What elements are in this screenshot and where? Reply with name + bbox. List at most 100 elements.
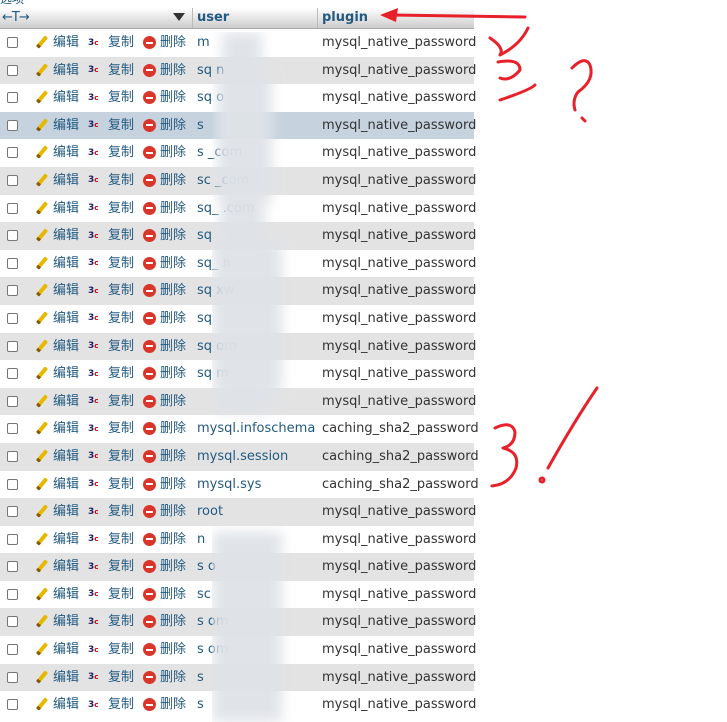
delete-link[interactable]: 删除: [143, 305, 186, 333]
cell-user[interactable]: s: [197, 112, 204, 140]
row-checkbox[interactable]: [7, 340, 18, 352]
delete-link[interactable]: 删除: [143, 471, 186, 499]
row-checkbox[interactable]: [7, 202, 18, 214]
edit-link[interactable]: 编辑: [34, 277, 79, 305]
cell-user[interactable]: s o: [197, 553, 216, 581]
cell-user[interactable]: sc: [197, 581, 211, 609]
copy-link[interactable]: 3c 复制: [88, 360, 134, 388]
cell-user[interactable]: sq_ .com: [197, 195, 255, 223]
delete-link[interactable]: 删除: [143, 636, 186, 664]
row-checkbox[interactable]: [7, 257, 18, 269]
row-checkbox[interactable]: [7, 37, 18, 48]
edit-link[interactable]: 编辑: [34, 84, 79, 112]
copy-link[interactable]: 3c 复制: [88, 222, 134, 250]
delete-link[interactable]: 删除: [143, 57, 186, 85]
edit-link[interactable]: 编辑: [34, 415, 79, 443]
copy-link[interactable]: 3c 复制: [88, 29, 134, 57]
delete-link[interactable]: 删除: [143, 250, 186, 278]
delete-link[interactable]: 删除: [143, 664, 186, 692]
cell-user[interactable]: sq xw: [197, 277, 234, 305]
edit-link[interactable]: 编辑: [34, 167, 79, 195]
row-checkbox[interactable]: [7, 588, 18, 600]
delete-link[interactable]: 删除: [143, 553, 186, 581]
edit-link[interactable]: 编辑: [34, 691, 79, 719]
edit-link[interactable]: 编辑: [34, 581, 79, 609]
delete-link[interactable]: 删除: [143, 360, 186, 388]
cell-user[interactable]: mysql.session: [197, 443, 288, 471]
delete-link[interactable]: 删除: [143, 84, 186, 112]
edit-link[interactable]: 编辑: [34, 250, 79, 278]
cell-user[interactable]: sq n: [197, 57, 224, 85]
edit-link[interactable]: 编辑: [34, 139, 79, 167]
row-checkbox[interactable]: [7, 450, 18, 462]
edit-link[interactable]: 编辑: [34, 57, 79, 85]
copy-link[interactable]: 3c 复制: [88, 250, 134, 278]
delete-link[interactable]: 删除: [143, 195, 186, 223]
copy-link[interactable]: 3c 复制: [88, 526, 134, 554]
copy-link[interactable]: 3c 复制: [88, 388, 134, 416]
copy-link[interactable]: 3c 复制: [88, 553, 134, 581]
column-header-plugin[interactable]: plugin: [322, 8, 368, 28]
cell-user[interactable]: s: [197, 664, 204, 692]
delete-link[interactable]: 删除: [143, 333, 186, 361]
row-checkbox[interactable]: [7, 533, 18, 545]
copy-link[interactable]: 3c 复制: [88, 333, 134, 361]
row-checkbox[interactable]: [7, 478, 18, 490]
delete-link[interactable]: 删除: [143, 167, 186, 195]
row-checkbox[interactable]: [7, 699, 18, 711]
column-header-user[interactable]: user: [197, 8, 229, 28]
copy-link[interactable]: 3c 复制: [88, 112, 134, 140]
row-checkbox[interactable]: [7, 644, 18, 656]
delete-link[interactable]: 删除: [143, 29, 186, 57]
cell-user[interactable]: sq_ n: [197, 250, 231, 278]
copy-link[interactable]: 3c 复制: [88, 57, 134, 85]
delete-link[interactable]: 删除: [143, 443, 186, 471]
edit-link[interactable]: 编辑: [34, 333, 79, 361]
cell-user[interactable]: sq o: [197, 84, 224, 112]
delete-link[interactable]: 删除: [143, 388, 186, 416]
column-resize-arrows-icon[interactable]: ←T→: [2, 8, 30, 28]
row-checkbox[interactable]: [7, 368, 18, 380]
row-checkbox[interactable]: [7, 561, 18, 573]
copy-link[interactable]: 3c 复制: [88, 139, 134, 167]
row-checkbox[interactable]: [7, 64, 18, 76]
row-checkbox[interactable]: [7, 671, 18, 683]
copy-link[interactable]: 3c 复制: [88, 664, 134, 692]
edit-link[interactable]: 编辑: [34, 195, 79, 223]
row-checkbox[interactable]: [7, 395, 18, 407]
copy-link[interactable]: 3c 复制: [88, 415, 134, 443]
row-checkbox[interactable]: [7, 616, 18, 628]
delete-link[interactable]: 删除: [143, 222, 186, 250]
delete-link[interactable]: 删除: [143, 112, 186, 140]
copy-link[interactable]: 3c 复制: [88, 167, 134, 195]
edit-link[interactable]: 编辑: [34, 664, 79, 692]
row-checkbox[interactable]: [7, 423, 18, 435]
cell-user[interactable]: mysql.infoschema: [197, 415, 315, 443]
copy-link[interactable]: 3c 复制: [88, 498, 134, 526]
row-checkbox[interactable]: [7, 312, 18, 324]
row-checkbox[interactable]: [7, 92, 18, 104]
cell-user[interactable]: n: [197, 526, 205, 554]
delete-link[interactable]: 删除: [143, 415, 186, 443]
cell-user[interactable]: sq om: [197, 333, 237, 361]
edit-link[interactable]: 编辑: [34, 443, 79, 471]
copy-link[interactable]: 3c 复制: [88, 305, 134, 333]
row-checkbox[interactable]: [7, 506, 18, 518]
sort-dropdown-icon[interactable]: [173, 13, 185, 21]
edit-link[interactable]: 编辑: [34, 305, 79, 333]
delete-link[interactable]: 删除: [143, 691, 186, 719]
edit-link[interactable]: 编辑: [34, 471, 79, 499]
row-checkbox[interactable]: [7, 285, 18, 297]
cell-user[interactable]: sq: [197, 222, 212, 250]
cell-user[interactable]: s _com: [197, 139, 242, 167]
delete-link[interactable]: 删除: [143, 498, 186, 526]
edit-link[interactable]: 编辑: [34, 29, 79, 57]
row-checkbox[interactable]: [7, 119, 18, 131]
cell-user[interactable]: m: [197, 29, 210, 57]
row-checkbox[interactable]: [7, 230, 18, 242]
copy-link[interactable]: 3c 复制: [88, 195, 134, 223]
edit-link[interactable]: 编辑: [34, 112, 79, 140]
copy-link[interactable]: 3c 复制: [88, 636, 134, 664]
delete-link[interactable]: 删除: [143, 581, 186, 609]
edit-link[interactable]: 编辑: [34, 636, 79, 664]
